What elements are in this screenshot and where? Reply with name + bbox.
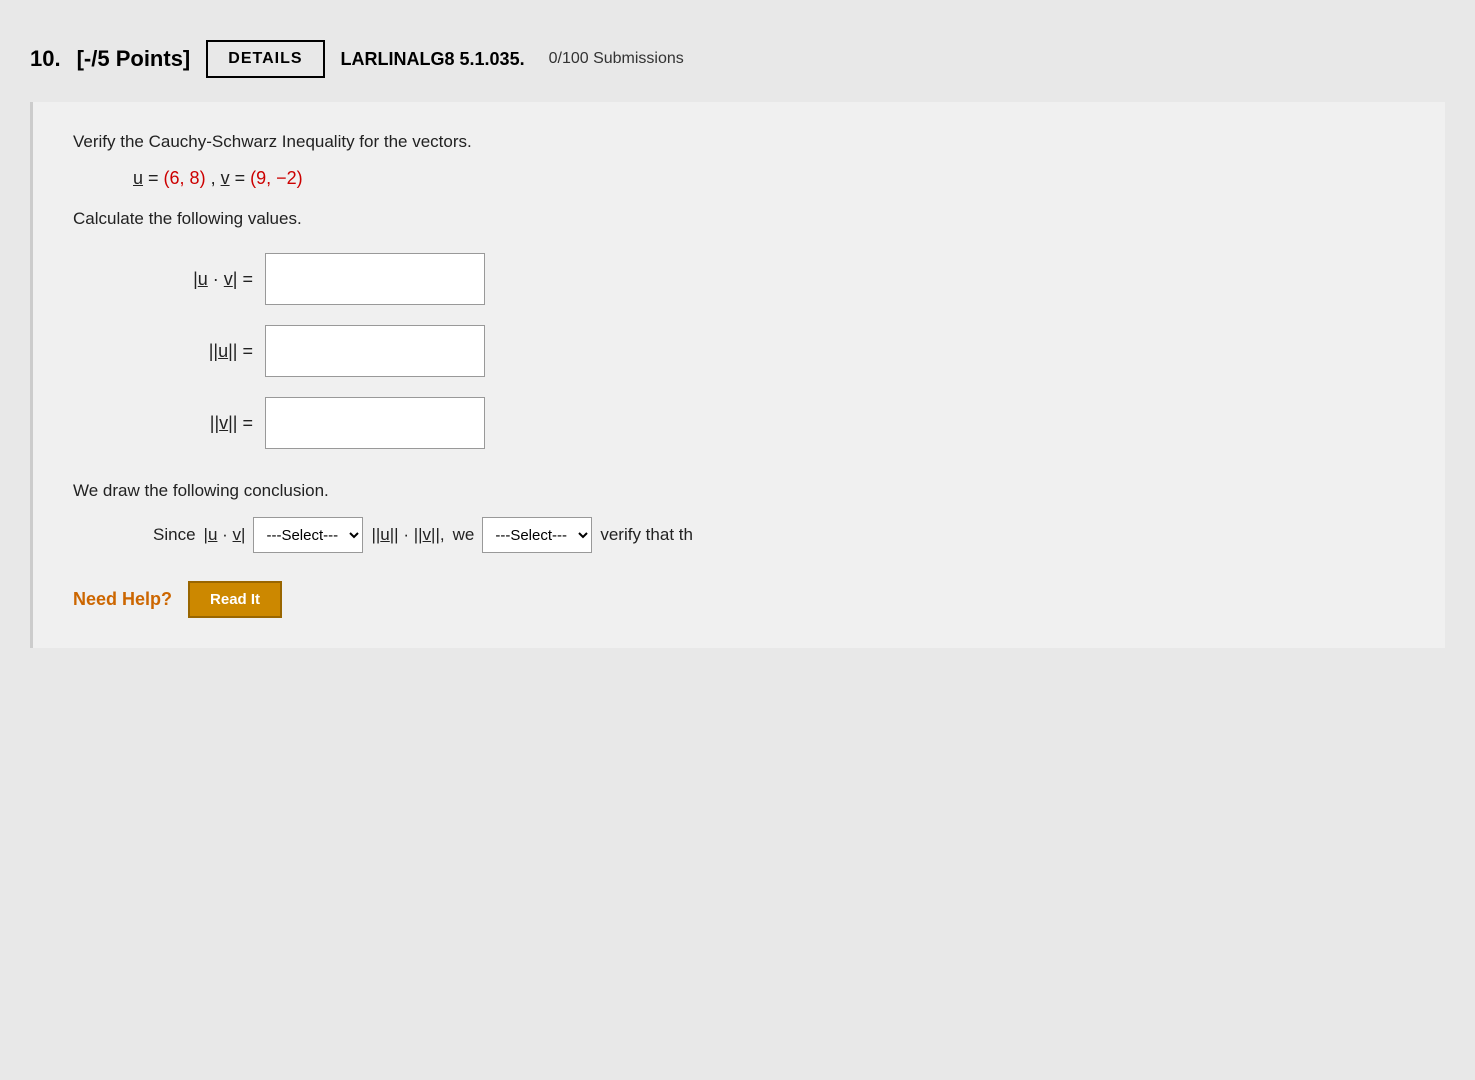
abs-uv-label: |u · v| [204, 525, 246, 545]
question-header: 10. [-/5 Points] DETAILS LARLINALG8 5.1.… [30, 40, 1445, 78]
u-norm-row: ||u|| = [73, 325, 1405, 377]
question-number: 10. [30, 46, 61, 72]
read-it-button[interactable]: Read It [188, 581, 282, 618]
problem-id: LARLINALG8 5.1.035. [341, 49, 525, 70]
u-vector-label: u [133, 168, 143, 188]
page-container: 10. [-/5 Points] DETAILS LARLINALG8 5.1.… [0, 0, 1475, 688]
v-norm-input[interactable] [265, 397, 485, 449]
comparison-select[interactable]: ---Select--- ≤ ≥ = < > [253, 517, 363, 553]
conclusion-text: We draw the following conclusion. [73, 481, 1405, 501]
question-body: Verify the Cauchy-Schwarz Inequality for… [30, 102, 1445, 648]
submissions-label: 0/100 Submissions [549, 50, 684, 68]
uv-dot-label: |u · v| = [113, 269, 253, 290]
verify-select[interactable]: ---Select--- can cannot [482, 517, 592, 553]
verify-suffix-label: verify that th [600, 525, 693, 545]
vectors-line: u = (6, 8) , v = (9, −2) [73, 168, 1405, 189]
points-label: [-/5 Points] [77, 46, 191, 72]
since-label: Since [153, 525, 196, 545]
help-row: Need Help? Read It [73, 581, 1405, 618]
since-row: Since |u · v| ---Select--- ≤ ≥ = < > ||u… [73, 517, 1405, 553]
v-norm-label: ||v|| = [113, 413, 253, 434]
uv-dot-row: |u · v| = [73, 253, 1405, 305]
details-button[interactable]: DETAILS [206, 40, 324, 78]
uv-dot-input[interactable] [265, 253, 485, 305]
v-vector-label: v [221, 168, 230, 188]
calc-text: Calculate the following values. [73, 209, 1405, 229]
need-help-label: Need Help? [73, 589, 172, 610]
u-norm-label: ||u|| = [113, 341, 253, 362]
norm-product-label: ||u|| · ||v||, [371, 525, 444, 545]
we-label: we [453, 525, 475, 545]
intro-text: Verify the Cauchy-Schwarz Inequality for… [73, 132, 1405, 152]
v-norm-row: ||v|| = [73, 397, 1405, 449]
u-norm-input[interactable] [265, 325, 485, 377]
